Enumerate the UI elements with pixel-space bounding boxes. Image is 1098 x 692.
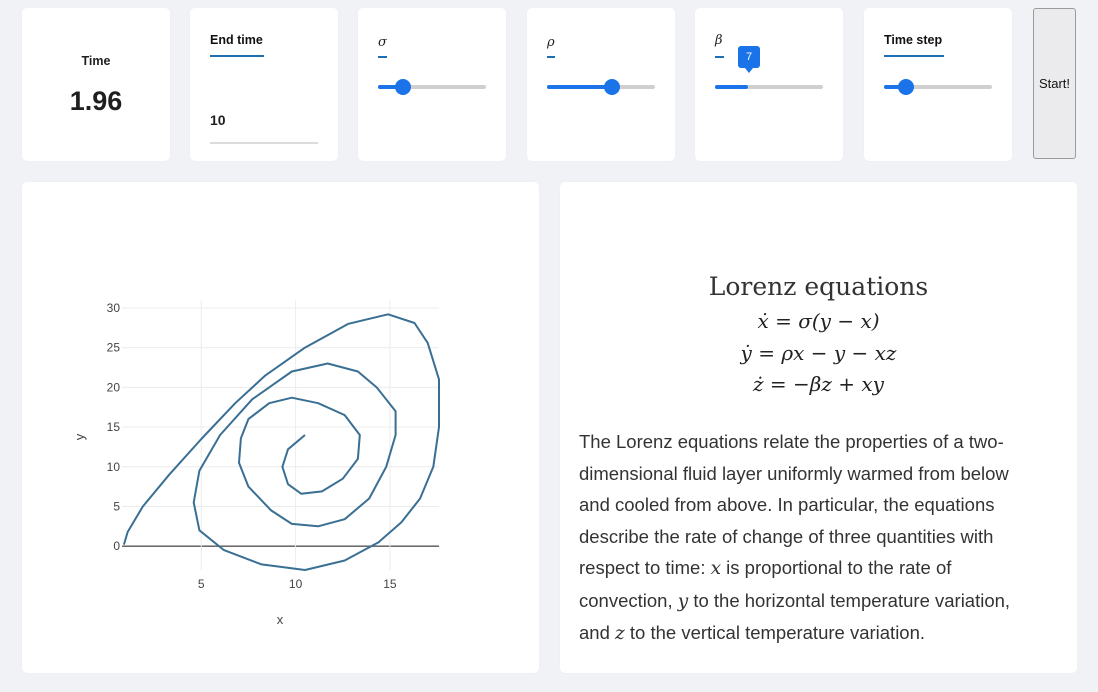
equation-x-rhs: = σ(y − x) [768,309,880,333]
timestep-slider[interactable] [884,79,992,95]
equations-card: Lorenz equations ẋ = σ(y − x) ẏ = ρx − y… [560,182,1077,673]
start-button[interactable]: Start! [1033,8,1076,159]
y-tick-label: 20 [107,380,121,394]
chart-card: 0 5 10 15 20 25 30 5 10 15 x y [22,182,539,673]
time-value: 1.96 [69,86,123,116]
timestep-label: Time step [884,33,943,47]
x-tick-label: 15 [383,577,397,591]
end-time-input[interactable]: 10 [210,112,318,144]
description-line: respect to time: x is proportional to th… [579,552,1069,585]
rho-label: ρ [547,35,555,50]
description-line: and cooled from above. In particular, th… [579,494,995,515]
variable-x: x [710,558,722,579]
end-time-card: End time 10 [190,8,338,161]
rho-slider-fill [547,85,612,89]
description-text: is proportional to the rate of [721,557,952,578]
grid-layer [122,300,439,570]
equation-x: ẋ = σ(y − x) [560,309,1077,333]
equation-z-lhs: ż [753,372,764,396]
description-text: respect to time: [579,557,711,578]
x-tick-label: 5 [198,577,205,591]
beta-label: β [715,33,723,48]
series-layer [122,313,440,571]
x-tick-label: 10 [289,577,303,591]
rho-slider-thumb[interactable] [603,79,620,95]
description-line: dimensional fluid layer uniformly warmed… [579,462,1009,484]
equation-y-rhs: = ρx − y − xz [751,341,897,365]
equation-y-lhs: ẏ [740,341,752,365]
lorenz-plot: 0 5 10 15 20 25 30 5 10 15 x y [72,300,440,627]
description-text: convection, [579,589,678,611]
description: The Lorenz equations relate the properti… [579,426,1069,650]
y-tick-label: 0 [113,539,120,553]
y-tick-label: 5 [113,499,120,513]
rho-slider[interactable] [547,79,655,95]
beta-slider[interactable] [715,85,823,89]
end-time-label: End time [210,33,263,47]
sigma-label-underline [378,56,387,58]
beta-label-underline [715,56,724,58]
rho-label-underline [547,56,555,58]
end-time-value: 10 [210,112,226,128]
variable-y: y [677,590,689,612]
description-line: and z to the vertical temperature variat… [579,617,1069,650]
variable-z: z [615,623,625,644]
sigma-label: σ [378,35,387,50]
equation-y: ẏ = ρx − y − xz [560,341,1077,365]
timestep-slider-thumb[interactable] [897,79,914,95]
axis-layer: 0 5 10 15 20 25 30 5 10 15 [107,301,397,591]
y-tick-label: 25 [107,341,121,355]
description-line: convection, y to the horizontal temperat… [579,585,1069,618]
beta-slider-fill [715,85,749,89]
timestep-label-underline [884,55,944,57]
end-time-label-underline [210,55,264,57]
x-axis-label: x [277,612,284,627]
beta-card: β 7 [695,8,843,161]
description-line: describe the rate of change of three qua… [579,525,994,547]
y-tick-label: 30 [107,301,121,315]
y-tick-label: 10 [107,460,121,474]
y-tick-label: 15 [107,420,121,434]
sigma-card: σ [358,8,506,161]
description-text: to the horizontal temperature variation, [688,589,1011,611]
equations-title: Lorenz equations [708,272,929,301]
sigma-slider-thumb[interactable] [394,79,411,95]
beta-slider-tooltip: 7 [738,46,760,73]
time-card: Time 1.96 [22,8,170,161]
equation-z: ż = −βz + xy [560,372,1077,396]
description-line: The Lorenz equations relate the properti… [579,431,1004,452]
timestep-card: Time step [864,8,1012,161]
description-text: to the vertical temperature variation. [624,622,926,643]
y-axis-label: y [72,433,87,440]
equation-z-rhs: = −βz + xy [763,372,884,396]
equation-x-lhs: ẋ [757,309,769,333]
rho-card: ρ [527,8,675,161]
time-label: Time [81,54,111,68]
description-text: and [579,622,616,643]
trajectory-line [122,313,440,571]
sigma-slider[interactable] [378,79,486,95]
